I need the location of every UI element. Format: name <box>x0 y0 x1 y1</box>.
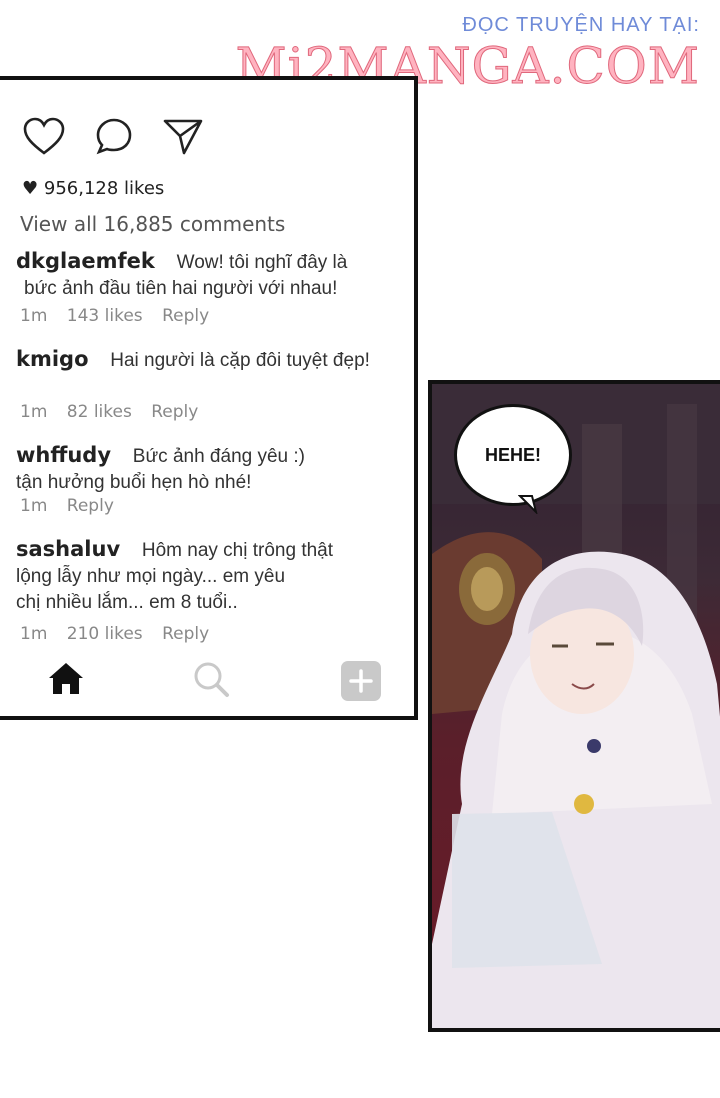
comment-time: 1m <box>20 624 48 644</box>
comment-text: Hai người là cặp đôi tuyệt đẹp! <box>110 350 370 371</box>
comment-text: chị nhiều lắm... em 8 tuổi.. <box>16 592 238 613</box>
heart-icon[interactable] <box>22 116 66 156</box>
comment-text: Wow! tôi nghĩ đây là <box>176 252 348 273</box>
likes-count: ♥ 956,128 likes <box>22 178 165 199</box>
view-all-comments-link[interactable]: View all 16,885 comments <box>20 212 285 236</box>
comment-user[interactable]: sashaluv <box>16 537 120 561</box>
search-icon[interactable] <box>192 660 230 702</box>
comment-meta: 1m 143 likes Reply <box>20 306 223 326</box>
comment-likes: 210 likes <box>66 624 143 644</box>
speech-bubble: HEHE! <box>454 404 572 506</box>
comment-text: lộng lẫy như mọi ngày... em yêu <box>16 566 286 587</box>
comment-meta: 1m 210 likes Reply <box>20 624 223 644</box>
comment-user[interactable]: dkglaemfek <box>16 249 155 273</box>
small-heart-icon: ♥ <box>22 178 39 199</box>
comment-item: dkglaemfek Wow! tôi nghĩ đây là bức ảnh … <box>16 248 347 302</box>
instagram-post-card: ♥ 956,128 likes View all 16,885 comments… <box>0 76 418 720</box>
share-icon[interactable] <box>162 116 204 156</box>
comment-likes: 143 likes <box>66 306 143 326</box>
comment-text: bức ảnh đầu tiên hai người với nhau! <box>24 278 338 299</box>
comment-user[interactable]: kmigo <box>16 347 89 371</box>
reply-link[interactable]: Reply <box>162 306 209 326</box>
comment-likes: 82 likes <box>66 402 132 422</box>
comment-icon[interactable] <box>94 116 134 156</box>
reply-link[interactable]: Reply <box>67 496 114 516</box>
comment-time: 1m <box>20 402 48 422</box>
speech-bubble-tail <box>518 495 538 514</box>
home-icon[interactable] <box>46 660 86 700</box>
comment-item: kmigo Hai người là cặp đôi tuyệt đẹp! <box>16 346 370 374</box>
reply-link[interactable]: Reply <box>162 624 209 644</box>
comment-item: sashaluv Hôm nay chị trông thật lộng lẫy… <box>16 536 333 616</box>
comment-text: Bức ảnh đáng yêu :) <box>132 446 305 467</box>
comment-meta: 1m Reply <box>20 496 128 516</box>
reply-link[interactable]: Reply <box>151 402 198 422</box>
post-actions <box>22 116 204 156</box>
comment-meta: 1m 82 likes Reply <box>20 402 212 422</box>
comment-time: 1m <box>20 306 48 326</box>
comment-item: whffudy Bức ảnh đáng yêu :) tận hưởng bu… <box>16 442 305 496</box>
manga-panel: HEHE! <box>428 380 720 1032</box>
comment-user[interactable]: whffudy <box>16 443 111 467</box>
bottom-nav <box>44 660 394 710</box>
add-icon[interactable] <box>340 660 382 706</box>
comment-time: 1m <box>20 496 48 516</box>
comment-text: Hôm nay chị trông thật <box>141 540 334 561</box>
comment-text: tận hưởng buổi hẹn hò nhé! <box>16 472 252 493</box>
watermark-top: ĐỌC TRUYỆN HAY TẠI: <box>462 14 700 36</box>
